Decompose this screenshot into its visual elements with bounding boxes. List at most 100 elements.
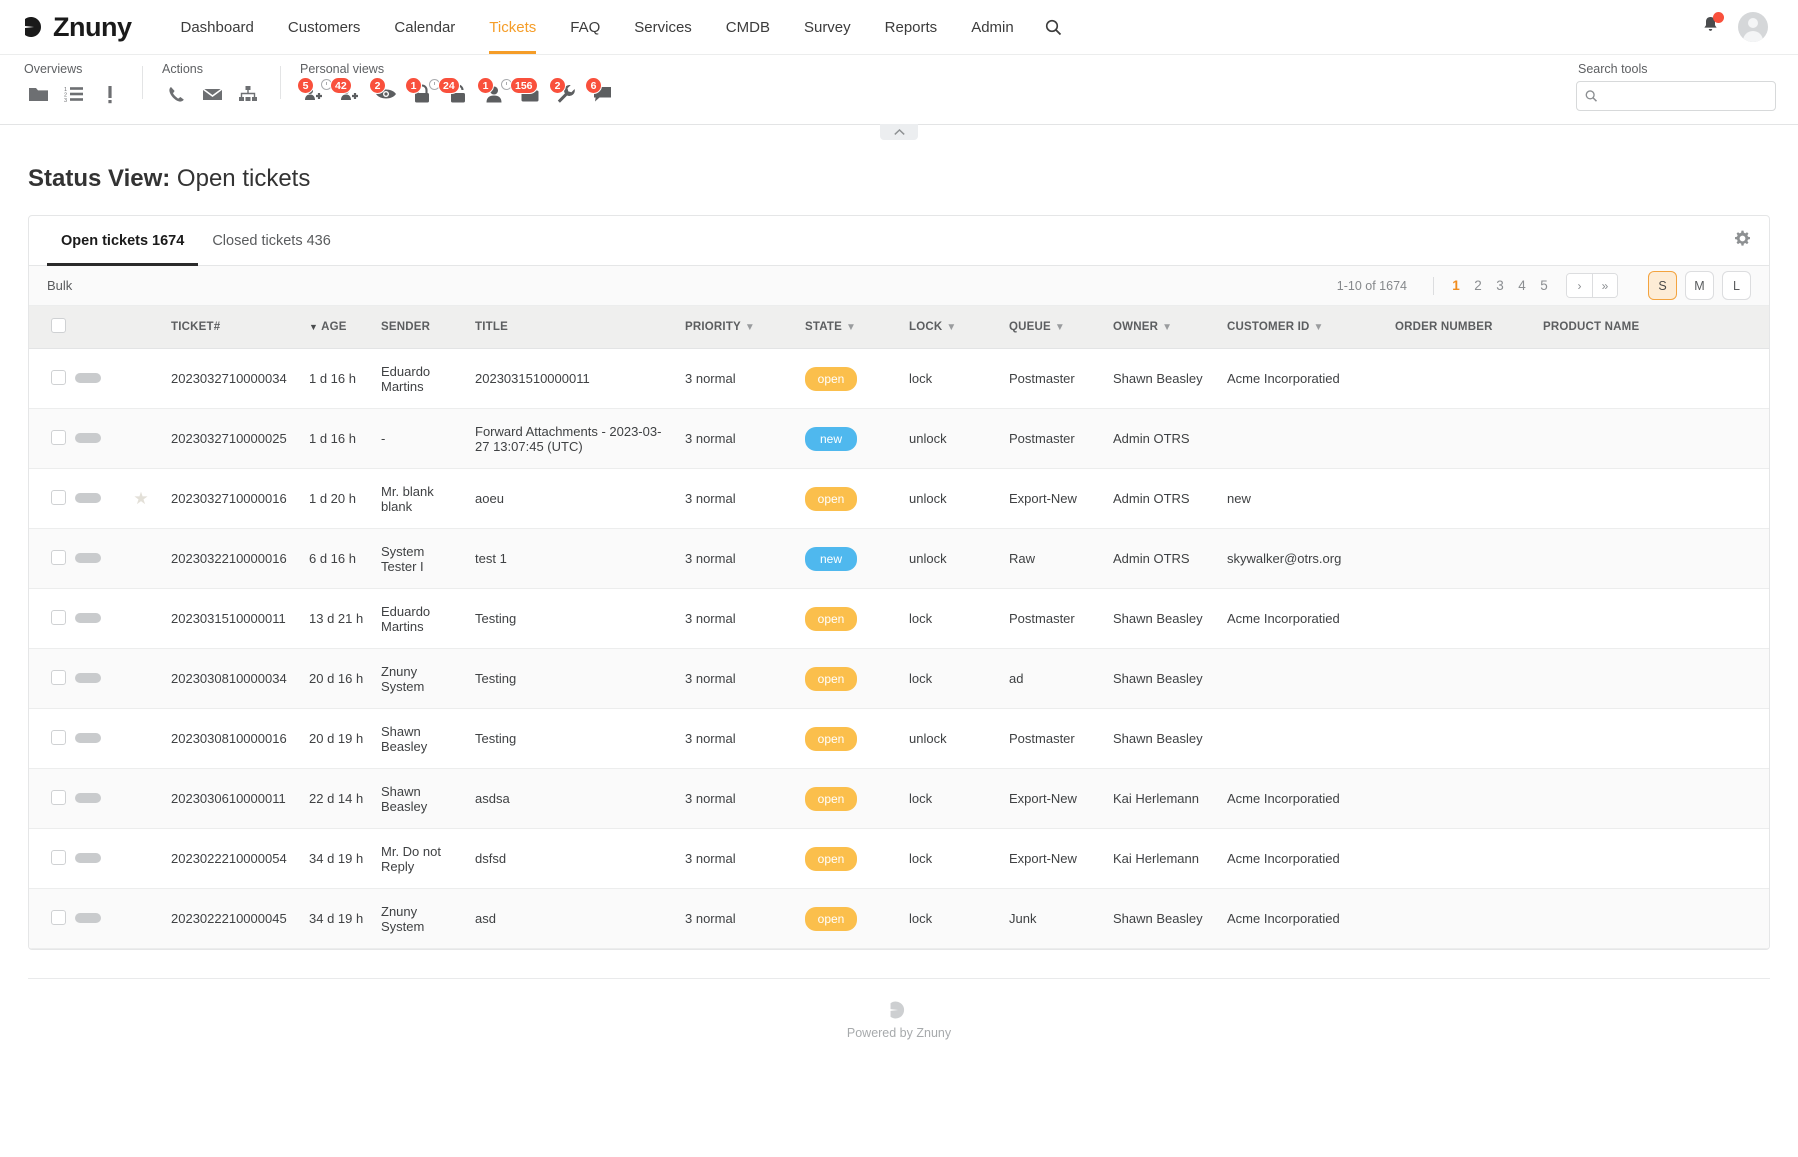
table-row[interactable]: 202303081000003420 d 16 hZnuny SystemTes… <box>29 649 1769 709</box>
next-page-button[interactable]: › <box>1567 274 1592 297</box>
view-size-small[interactable]: S <box>1648 271 1677 300</box>
last-page-button[interactable]: » <box>1592 274 1617 297</box>
bulk-button[interactable]: Bulk <box>47 278 72 293</box>
tab-open-tickets[interactable]: Open tickets 1674 <box>47 216 198 266</box>
th-age[interactable]: ▼AGE <box>301 306 373 349</box>
table-row[interactable]: 20230327100000341 d 16 hEduardo Martins2… <box>29 349 1769 409</box>
cell-ticket-number[interactable]: 2023022210000054 <box>163 829 301 889</box>
th-order-number[interactable]: ORDER NUMBER <box>1387 306 1535 349</box>
add-ticket-icon[interactable]: 5 <box>298 79 330 109</box>
nav-item-faq[interactable]: FAQ <box>553 0 617 54</box>
cell-ticket-number[interactable]: 2023022210000045 <box>163 889 301 949</box>
cell-ticket-number[interactable]: 2023032710000034 <box>163 349 301 409</box>
page-button-2[interactable]: 2 <box>1468 276 1488 295</box>
view-size-medium[interactable]: M <box>1685 271 1714 300</box>
table-row[interactable]: 202303061000001122 d 14 hShawn Beasleyas… <box>29 769 1769 829</box>
cell-title[interactable]: dsfsd <box>467 829 677 889</box>
th-product-name[interactable]: PRODUCT NAME <box>1535 306 1769 349</box>
nav-item-dashboard[interactable]: Dashboard <box>164 0 271 54</box>
avatar[interactable] <box>1738 12 1768 42</box>
page-button-5[interactable]: 5 <box>1534 276 1554 295</box>
search-icon[interactable] <box>1031 19 1076 36</box>
row-checkbox[interactable] <box>51 670 66 685</box>
cell-title[interactable]: Testing <box>467 709 677 769</box>
th-state[interactable]: STATE▼ <box>797 306 901 349</box>
phone-icon[interactable] <box>160 79 192 109</box>
filter-icon[interactable]: ▼ <box>846 322 856 333</box>
row-checkbox[interactable] <box>51 370 66 385</box>
tab-closed-tickets[interactable]: Closed tickets 436 <box>198 216 344 266</box>
cell-title[interactable]: asd <box>467 889 677 949</box>
eye-icon[interactable]: 2 <box>370 79 402 109</box>
nav-item-services[interactable]: Services <box>617 0 709 54</box>
search-tools-box[interactable] <box>1576 81 1776 111</box>
folder-icon[interactable] <box>22 79 54 109</box>
th-customer-id[interactable]: CUSTOMER ID▼ <box>1219 306 1387 349</box>
lock-open-icon[interactable]: 24 <box>442 79 474 109</box>
collapse-toolbar-button[interactable] <box>880 124 918 140</box>
filter-icon[interactable]: ▼ <box>1314 322 1324 333</box>
chat-icon[interactable]: 6 <box>586 79 618 109</box>
nav-item-cmdb[interactable]: CMDB <box>709 0 787 54</box>
cell-ticket-number[interactable]: 2023032710000025 <box>163 409 301 469</box>
star-icon[interactable]: ★ <box>133 489 148 508</box>
cell-title[interactable]: Forward Attachments - 2023-03-27 13:07:4… <box>467 409 677 469</box>
briefcase-icon[interactable]: 156 <box>514 79 546 109</box>
table-row[interactable]: 20230327100000251 d 16 h-Forward Attachm… <box>29 409 1769 469</box>
th-owner[interactable]: OWNER▼ <box>1105 306 1219 349</box>
th-priority[interactable]: PRIORITY▼ <box>677 306 797 349</box>
cell-title[interactable]: asdsa <box>467 769 677 829</box>
th-ticket-number[interactable]: TICKET# <box>163 306 301 349</box>
row-checkbox[interactable] <box>51 910 66 925</box>
ordered-list-icon[interactable]: 1 2 3 <box>58 79 90 109</box>
table-row[interactable]: 20230322100000166 d 16 hSystem Tester It… <box>29 529 1769 589</box>
cell-ticket-number[interactable]: 2023030610000011 <box>163 769 301 829</box>
znuny-logo[interactable]: Znuny <box>22 12 132 43</box>
cell-ticket-number[interactable]: 2023032210000016 <box>163 529 301 589</box>
th-sender[interactable]: SENDER <box>373 306 467 349</box>
filter-icon[interactable]: ▼ <box>745 322 755 333</box>
add-ticket-alt-icon[interactable]: 42 <box>334 79 366 109</box>
th-lock[interactable]: LOCK▼ <box>901 306 1001 349</box>
table-row[interactable]: ★20230327100000161 d 20 hMr. blank blank… <box>29 469 1769 529</box>
row-checkbox[interactable] <box>51 490 66 505</box>
nav-item-customers[interactable]: Customers <box>271 0 378 54</box>
nav-item-admin[interactable]: Admin <box>954 0 1031 54</box>
cell-ticket-number[interactable]: 2023031510000011 <box>163 589 301 649</box>
nav-item-tickets[interactable]: Tickets <box>472 0 553 54</box>
cell-ticket-number[interactable]: 2023030810000034 <box>163 649 301 709</box>
cell-title[interactable]: 2023031510000011 <box>467 349 677 409</box>
exclamation-icon[interactable] <box>94 79 126 109</box>
envelope-icon[interactable] <box>196 79 228 109</box>
cell-title[interactable]: Testing <box>467 589 677 649</box>
select-all-checkbox[interactable] <box>51 318 66 333</box>
table-row[interactable]: 202303151000001113 d 21 hEduardo Martins… <box>29 589 1769 649</box>
view-size-large[interactable]: L <box>1722 271 1751 300</box>
wrench-icon[interactable]: 2 <box>550 79 582 109</box>
lock-closed-icon[interactable]: 1 <box>406 79 438 109</box>
gear-icon[interactable] <box>1734 230 1751 252</box>
filter-icon[interactable]: ▼ <box>1055 322 1065 333</box>
row-checkbox[interactable] <box>51 790 66 805</box>
filter-icon[interactable]: ▼ <box>946 322 956 333</box>
nav-item-reports[interactable]: Reports <box>868 0 955 54</box>
cell-title[interactable]: aoeu <box>467 469 677 529</box>
table-row[interactable]: 202302221000005434 d 19 hMr. Do not Repl… <box>29 829 1769 889</box>
bell-icon[interactable] <box>1701 15 1720 39</box>
nav-item-calendar[interactable]: Calendar <box>377 0 472 54</box>
cell-ticket-number[interactable]: 2023032710000016 <box>163 469 301 529</box>
th-title[interactable]: TITLE <box>467 306 677 349</box>
row-checkbox[interactable] <box>51 850 66 865</box>
nav-item-survey[interactable]: Survey <box>787 0 868 54</box>
person-icon[interactable]: 1 <box>478 79 510 109</box>
row-checkbox[interactable] <box>51 550 66 565</box>
th-queue[interactable]: QUEUE▼ <box>1001 306 1105 349</box>
search-input[interactable] <box>1604 89 1767 104</box>
cell-ticket-number[interactable]: 2023030810000016 <box>163 709 301 769</box>
row-checkbox[interactable] <box>51 610 66 625</box>
filter-icon[interactable]: ▼ <box>1162 322 1172 333</box>
cell-title[interactable]: test 1 <box>467 529 677 589</box>
sitemap-icon[interactable] <box>232 79 264 109</box>
row-checkbox[interactable] <box>51 430 66 445</box>
table-row[interactable]: 202302221000004534 d 19 hZnuny Systemasd… <box>29 889 1769 949</box>
